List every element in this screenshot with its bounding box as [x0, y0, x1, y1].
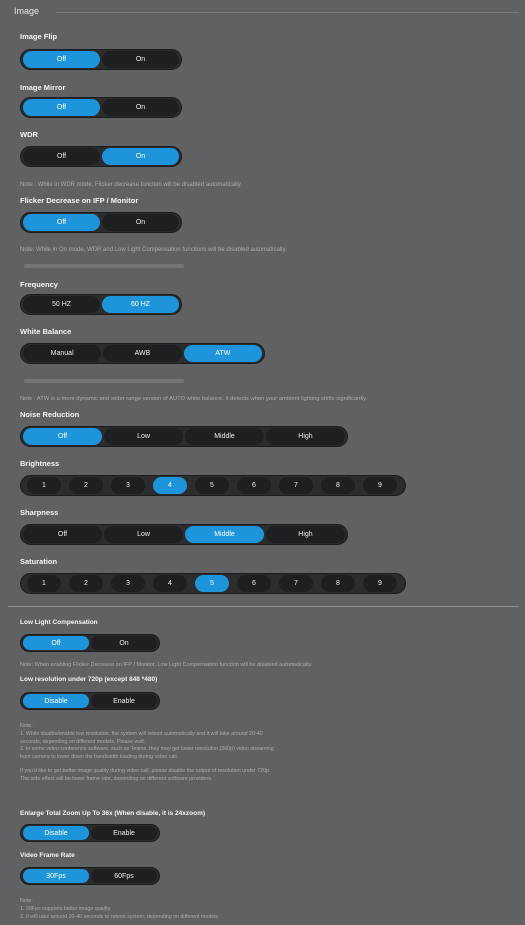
brightness-option[interactable]: 9 [363, 477, 397, 494]
sharpness-off-button[interactable]: Off [23, 526, 102, 543]
frequency-60hz-button[interactable]: 60 HZ [102, 296, 179, 313]
brightness-selector: 1 2 3 4 5 6 7 8 9 [20, 475, 406, 496]
section-divider [56, 12, 519, 13]
note-line: seconds, depending on different models. … [20, 738, 146, 745]
image-mirror-off-button[interactable]: Off [23, 99, 100, 116]
brightness-option[interactable]: 1 [27, 477, 61, 494]
brightness-option[interactable]: 4 [153, 477, 187, 494]
low-resolution-note: Note: 1. While disable/enable low resolu… [20, 723, 274, 784]
brightness-option[interactable]: 3 [111, 477, 145, 494]
low-resolution-label: Low resolution under 720p (except 848 *4… [20, 676, 158, 683]
saturation-selector: 1 2 3 4 5 6 7 8 9 [20, 573, 406, 594]
brightness-option[interactable]: 7 [279, 477, 313, 494]
noise-reduction-label: Noise Reduction [20, 410, 80, 419]
saturation-option[interactable]: 8 [321, 575, 355, 592]
low-resolution-enable-button[interactable]: Enable [91, 694, 157, 708]
image-mirror-label: Image Mirror [20, 83, 66, 92]
saturation-option[interactable]: 4 [153, 575, 187, 592]
noise-reduction-low-button[interactable]: Low [104, 428, 183, 445]
brightness-option[interactable]: 5 [195, 477, 229, 494]
sharpness-middle-button[interactable]: Middle [185, 526, 264, 543]
saturation-option[interactable]: 7 [279, 575, 313, 592]
brightness-option[interactable]: 6 [237, 477, 271, 494]
low-light-off-button[interactable]: Off [23, 636, 89, 650]
noise-reduction-high-button[interactable]: High [266, 428, 345, 445]
zoom-disable-button[interactable]: Disable [23, 826, 89, 840]
white-balance-atw-button[interactable]: ATW [183, 345, 262, 362]
noise-reduction-off-button[interactable]: Off [23, 428, 102, 445]
low-light-on-button[interactable]: On [91, 636, 157, 650]
noise-reduction-toggle: Off Low Middle High [20, 426, 348, 447]
white-balance-slider[interactable] [24, 379, 184, 383]
white-balance-label: White Balance [20, 327, 72, 336]
white-balance-awb-button[interactable]: AWB [103, 345, 182, 362]
frequency-50hz-button[interactable]: 50 HZ [23, 296, 100, 313]
note-line: If you'd like to get better image qualit… [20, 767, 271, 774]
wdr-toggle: Off On [20, 146, 182, 167]
note-line: 2. It will take around 20-40 seconds to … [20, 913, 220, 920]
zoom-enable-button[interactable]: Enable [91, 826, 157, 840]
wdr-label: WDR [20, 130, 38, 139]
saturation-label: Saturation [20, 557, 58, 566]
flicker-label: Flicker Decrease on IFP / Monitor [20, 196, 139, 205]
wdr-off-button[interactable]: Off [23, 148, 100, 165]
image-flip-on-button[interactable]: On [102, 51, 179, 68]
frequency-toggle: 50 HZ 60 HZ [20, 294, 182, 315]
saturation-option[interactable]: 1 [27, 575, 61, 592]
note-line: 1. 30Fps supports better image quality. [20, 905, 112, 912]
low-resolution-disable-button[interactable]: Disable [23, 694, 89, 708]
flicker-toggle: Off On [20, 212, 182, 233]
sharpness-label: Sharpness [20, 508, 59, 517]
white-balance-note: Note : ATW is a more dynamic and wider r… [20, 396, 368, 402]
frame-rate-note: Note: 1. 30Fps supports better image qua… [20, 898, 220, 921]
low-light-label: Low Light Compensation [20, 619, 98, 626]
white-balance-manual-button[interactable]: Manual [23, 345, 102, 362]
flicker-on-button[interactable]: On [102, 214, 179, 231]
white-balance-toggle: Manual AWB ATW [20, 343, 265, 364]
frame-rate-label: Video Frame Rate [20, 852, 75, 859]
wdr-note: Note : While in WDR mode, Flicker decrea… [20, 182, 242, 188]
note-line: 2. In some video conference software, su… [20, 746, 274, 753]
flicker-note: Note: While in On mode, WDR and Low Ligh… [20, 247, 287, 253]
note-line: Note: [20, 723, 33, 729]
brightness-option[interactable]: 8 [321, 477, 355, 494]
image-mirror-on-button[interactable]: On [102, 99, 179, 116]
section-legend: Image [14, 6, 40, 16]
note-line: The side effect will be lower frame rate… [20, 775, 213, 782]
flicker-off-button[interactable]: Off [23, 214, 100, 231]
frame-rate-30fps-button[interactable]: 30Fps [23, 869, 89, 883]
note-line: from camera to lower down the bandwidth … [20, 754, 179, 761]
brightness-label: Brightness [20, 459, 60, 468]
brightness-option[interactable]: 2 [69, 477, 103, 494]
image-mirror-toggle: Off On [20, 97, 182, 118]
saturation-option[interactable]: 3 [111, 575, 145, 592]
image-flip-off-button[interactable]: Off [23, 51, 100, 68]
sharpness-low-button[interactable]: Low [104, 526, 183, 543]
zoom-label: Enlarge Total Zoom Up To 36x (When disab… [20, 810, 206, 817]
sharpness-high-button[interactable]: High [266, 526, 345, 543]
saturation-option[interactable]: 2 [69, 575, 103, 592]
wdr-on-button[interactable]: On [102, 148, 179, 165]
saturation-option[interactable]: 5 [195, 575, 229, 592]
section-divider-line [8, 606, 519, 607]
image-flip-label: Image Flip [20, 32, 58, 41]
flicker-slider[interactable] [24, 264, 184, 268]
low-light-note: Note: When enabling Flicker Decrease on … [20, 662, 313, 668]
zoom-toggle: Disable Enable [20, 824, 160, 842]
image-flip-toggle: Off On [20, 49, 182, 70]
frame-rate-toggle: 30Fps 60Fps [20, 867, 160, 885]
low-resolution-toggle: Disable Enable [20, 692, 160, 710]
frame-rate-60fps-button[interactable]: 60Fps [91, 869, 157, 883]
saturation-option[interactable]: 6 [237, 575, 271, 592]
note-line: 1. While disable/enable low resolution, … [20, 730, 263, 737]
sharpness-toggle: Off Low Middle High [20, 524, 348, 545]
note-line: Note: [20, 898, 33, 904]
low-light-toggle: Off On [20, 634, 160, 652]
saturation-option[interactable]: 9 [363, 575, 397, 592]
noise-reduction-middle-button[interactable]: Middle [185, 428, 264, 445]
frequency-label: Frequency [20, 280, 58, 289]
